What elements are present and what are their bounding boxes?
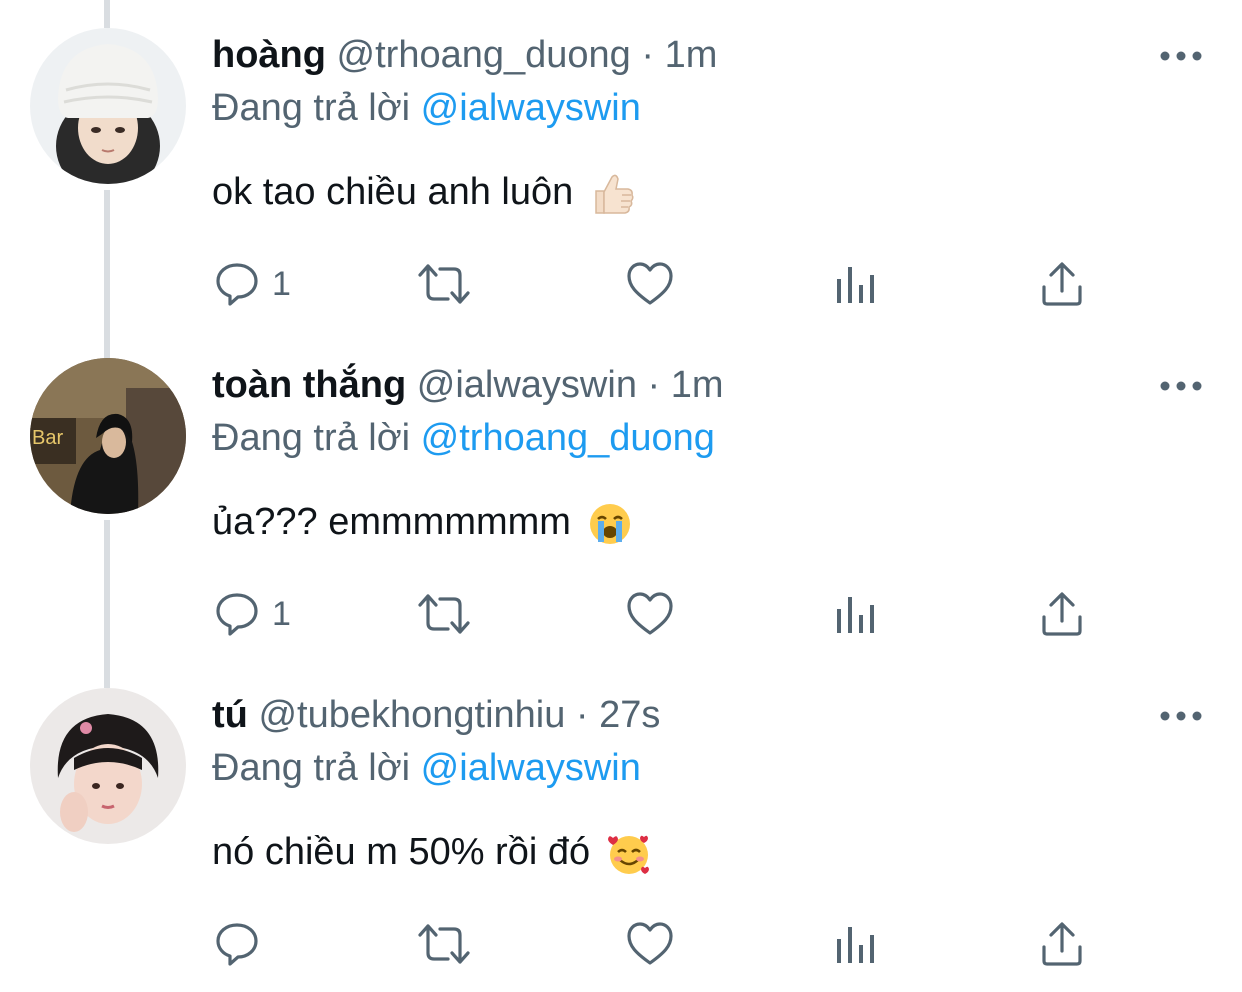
avatar[interactable] (30, 688, 186, 844)
retweet-icon (418, 264, 470, 304)
timestamp[interactable]: 1m (665, 34, 718, 76)
like-button[interactable] (626, 584, 674, 644)
share-button[interactable] (1040, 254, 1084, 314)
heart-icon (627, 262, 673, 305)
tweet[interactable]: hoàng @trhoang_duong · 1m Đang trả lời @… (0, 0, 1242, 330)
timestamp[interactable]: 27s (599, 694, 660, 736)
thumbs-up-emoji-icon (595, 174, 634, 214)
more-options-icon[interactable] (1158, 376, 1204, 396)
heart-icon (627, 592, 673, 635)
tweet-text-body: ủa??? emmmmmmm (212, 501, 571, 543)
analytics-button[interactable] (834, 584, 878, 644)
share-icon (1042, 592, 1082, 636)
user-handle[interactable]: @tubekhongtinhiu (258, 694, 565, 736)
replying-to-label: Đang trả lời (212, 747, 411, 789)
tweet-actions: 1 (0, 584, 1242, 644)
avatar[interactable] (30, 28, 186, 184)
avatar[interactable]: Bar (30, 358, 186, 514)
tweet-text-body: nó chiều m 50% rồi đó (212, 831, 591, 873)
reply-count: 1 (272, 594, 291, 633)
reply-button[interactable]: 1 (214, 254, 291, 314)
reply-button[interactable] (214, 914, 272, 974)
replying-to-label: Đang trả lời (212, 417, 411, 459)
replying-to: Đang trả lời @trhoang_duong (212, 413, 715, 463)
replying-to-label: Đang trả lời (212, 87, 411, 129)
retweet-button[interactable] (416, 914, 472, 974)
tweet-header: tú @tubekhongtinhiu · 27s (212, 690, 660, 740)
tweet-text: ủa??? emmmmmmm (212, 497, 632, 547)
tweet-actions (0, 914, 1242, 974)
tweet[interactable]: tú @tubekhongtinhiu · 27s Đang trả lời @… (0, 660, 1242, 990)
analytics-button[interactable] (834, 254, 878, 314)
like-button[interactable] (626, 914, 674, 974)
display-name[interactable]: hoàng (212, 34, 326, 76)
heart-icon (627, 922, 673, 965)
timestamp[interactable]: 1m (671, 364, 724, 406)
tweet-header: hoàng @trhoang_duong · 1m (212, 30, 717, 80)
share-button[interactable] (1040, 914, 1084, 974)
reply-count: 1 (272, 264, 291, 303)
reply-icon (216, 593, 258, 636)
reply-icon (216, 923, 258, 966)
display-name[interactable]: toàn thắng (212, 364, 406, 406)
like-button[interactable] (626, 254, 674, 314)
analytics-button[interactable] (834, 914, 878, 974)
analytics-icon (837, 597, 874, 633)
reply-icon (216, 263, 258, 306)
more-options-icon[interactable] (1158, 706, 1204, 726)
avatar-photo: Bar (30, 358, 186, 514)
separator-dot: · (641, 34, 655, 76)
retweet-icon (418, 594, 470, 634)
analytics-icon (837, 927, 874, 963)
avatar-photo (30, 28, 186, 184)
replying-to: Đang trả lời @ialwayswin (212, 743, 641, 793)
loudly-crying-face-emoji-icon (589, 503, 630, 544)
share-button[interactable] (1040, 584, 1084, 644)
replying-to-handle[interactable]: @trhoang_duong (421, 417, 715, 459)
replying-to-handle[interactable]: @ialwayswin (421, 87, 641, 129)
tweet-text: ok tao chiều anh luôn (212, 167, 636, 217)
smiling-face-with-hearts-emoji-icon (607, 835, 649, 874)
share-icon (1042, 922, 1082, 966)
tweet-actions: 1 (0, 254, 1242, 314)
analytics-icon (837, 267, 874, 303)
separator-dot: · (647, 364, 661, 406)
retweet-button[interactable] (416, 254, 472, 314)
tweet[interactable]: Bar toàn thắng @ialwayswin · 1m Đang trả… (0, 330, 1242, 660)
retweet-button[interactable] (416, 584, 472, 644)
display-name[interactable]: tú (212, 694, 248, 736)
tweet-text: nó chiều m 50% rồi đó (212, 827, 651, 877)
user-handle[interactable]: @ialwayswin (417, 364, 637, 406)
separator-dot: · (575, 694, 589, 736)
svg-text:Bar: Bar (32, 427, 63, 449)
tweet-header: toàn thắng @ialwayswin · 1m (212, 360, 724, 410)
replying-to-handle[interactable]: @ialwayswin (421, 747, 641, 789)
replying-to: Đang trả lời @ialwayswin (212, 83, 641, 133)
tweet-text-body: ok tao chiều anh luôn (212, 171, 574, 213)
user-handle[interactable]: @trhoang_duong (337, 34, 631, 76)
more-options-icon[interactable] (1158, 46, 1204, 66)
avatar-photo (30, 688, 186, 844)
share-icon (1042, 262, 1082, 306)
reply-button[interactable]: 1 (214, 584, 291, 644)
retweet-icon (418, 924, 470, 964)
